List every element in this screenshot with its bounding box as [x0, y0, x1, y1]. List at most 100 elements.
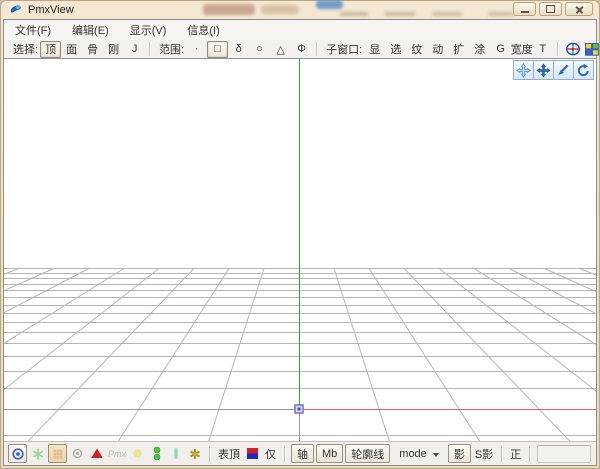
restore-icon [546, 5, 555, 13]
subwindow-select-button[interactable]: 选 [385, 41, 406, 58]
subwindow-width-button[interactable]: 宽度 [511, 41, 532, 58]
title-bar[interactable]: PmxView [0, 0, 600, 19]
move-view-button[interactable] [533, 60, 554, 80]
green-dumbbell-toggle[interactable] [148, 445, 165, 462]
select-label: 选择: [13, 41, 38, 57]
gray-dot-toggle[interactable] [69, 445, 86, 462]
select-vertex-button[interactable]: 顶 [40, 41, 61, 58]
close-icon [575, 5, 584, 14]
toolbar: 选择: 顶 面 骨 刚 J 范围: · □ δ ○ △ Φ 子窗口: 显 选 纹… [4, 40, 596, 58]
zoom-arrow-icon [556, 63, 571, 78]
menu-info[interactable]: 信息(I) [180, 20, 226, 40]
mode-dropdown[interactable]: mode [394, 448, 444, 460]
minimize-icon [521, 11, 529, 13]
axis-gizmo-icon[interactable] [563, 42, 583, 57]
client-area: 文件(F) 编辑(E) 显示(V) 信息(I) 选择: 顶 面 骨 刚 J 范围… [3, 19, 597, 466]
blue-target-toggle[interactable] [8, 444, 27, 463]
range-delta-button[interactable]: δ [228, 41, 249, 58]
axis-toggle-button[interactable]: 轴 [291, 444, 314, 463]
menu-edit[interactable]: 编辑(E) [65, 20, 116, 40]
mb-toggle-button[interactable]: Mb [316, 444, 343, 463]
subwindow-display-button[interactable]: 显 [364, 41, 385, 58]
blue-target-icon [11, 447, 25, 461]
toolbar-separator [316, 42, 317, 56]
restore-button[interactable] [539, 2, 562, 16]
subwindow-motion-button[interactable]: 动 [427, 41, 448, 58]
front-label[interactable]: 正 [510, 446, 521, 462]
only-label[interactable]: 仅 [265, 446, 276, 462]
green-dumbbell-icon [150, 446, 164, 461]
vertex-color-swatch[interactable] [247, 448, 258, 459]
status-separator [209, 446, 210, 462]
subwindow-paint-button[interactable]: 涂 [469, 41, 490, 58]
menu-file[interactable]: 文件(F) [8, 20, 58, 40]
range-triangle-button[interactable]: △ [270, 41, 291, 58]
gray-dot-icon [71, 447, 84, 460]
subwindow-texture-button[interactable]: 纹 [406, 41, 427, 58]
green-asterisk-icon [31, 447, 45, 461]
select-joint-button[interactable]: J [124, 41, 145, 58]
status-bar: Pmx [4, 442, 596, 465]
status-separator [284, 446, 285, 462]
yellow-dot-toggle[interactable] [129, 445, 146, 462]
status-separator [529, 446, 530, 462]
rotate-icon [576, 63, 591, 78]
olive-flower-icon [188, 447, 202, 461]
close-button[interactable] [565, 2, 593, 16]
toolbar-separator [557, 42, 558, 56]
status-separator [501, 446, 502, 462]
pan-icon [516, 63, 531, 78]
range-label: 范围: [159, 41, 184, 57]
mode-label: mode [399, 448, 427, 460]
pmx-dim-label[interactable]: Pmx [108, 449, 126, 459]
subwindow-extend-button[interactable]: 扩 [448, 41, 469, 58]
background-blur-blob [488, 12, 514, 16]
outline-toggle-button[interactable]: 轮廓线 [345, 444, 390, 463]
subwindow-t-button[interactable]: T [532, 41, 553, 58]
background-blur-blob [316, 0, 343, 9]
minimize-button[interactable] [513, 2, 536, 16]
background-blur-blob [261, 5, 299, 14]
status-empty-panel [537, 445, 591, 463]
red-triangle-icon [90, 447, 104, 460]
red-triangle-toggle[interactable] [88, 445, 105, 462]
grid-scene [4, 59, 596, 442]
self-shadow-label[interactable]: S影 [475, 446, 493, 462]
green-asterisk-toggle[interactable] [29, 445, 46, 462]
pan-view-button[interactable] [513, 60, 534, 80]
subwindow-label: 子窗口: [326, 41, 362, 57]
menu-bar: 文件(F) 编辑(E) 显示(V) 信息(I) [4, 20, 596, 40]
select-rigid-button[interactable]: 刚 [103, 41, 124, 58]
toolbar-separator [149, 42, 150, 56]
app-icon [8, 2, 23, 17]
shadow-toggle-button[interactable]: 影 [448, 444, 471, 463]
range-circle-button[interactable]: ○ [249, 41, 270, 58]
mesh-grid-icon [52, 448, 64, 460]
window-title: PmxView [28, 4, 74, 16]
caption-buttons [513, 2, 593, 16]
surface-vertex-label[interactable]: 表頂 [218, 446, 240, 462]
select-bone-button[interactable]: 骨 [82, 41, 103, 58]
pmxview-window: PmxView 文件(F) 编辑(E) 显示(V) 信息(I) 选择: 顶 面 … [0, 0, 600, 469]
range-dot-button[interactable]: · [186, 41, 207, 58]
move-icon [536, 63, 551, 78]
select-face-button[interactable]: 面 [61, 41, 82, 58]
subwindow-g-button[interactable]: G [490, 41, 511, 58]
chevron-down-icon [433, 453, 439, 457]
quad-view-icon[interactable] [583, 42, 600, 57]
range-box-button[interactable]: □ [207, 41, 228, 58]
background-blur-blob [340, 12, 368, 16]
view-nav-panel [514, 60, 594, 80]
zoom-view-button[interactable] [553, 60, 574, 80]
background-blur-blob [385, 12, 415, 16]
teal-capsule-toggle[interactable] [167, 445, 184, 462]
teal-capsule-icon [170, 446, 182, 461]
rotate-view-button[interactable] [573, 60, 594, 80]
viewport-3d[interactable] [4, 58, 596, 442]
background-blur-blob [203, 4, 255, 15]
menu-view[interactable]: 显示(V) [123, 20, 174, 40]
olive-flower-toggle[interactable] [186, 445, 203, 462]
yellow-dot-icon [131, 447, 144, 460]
range-phi-button[interactable]: Φ [291, 41, 312, 58]
mesh-grid-toggle[interactable] [48, 444, 67, 463]
